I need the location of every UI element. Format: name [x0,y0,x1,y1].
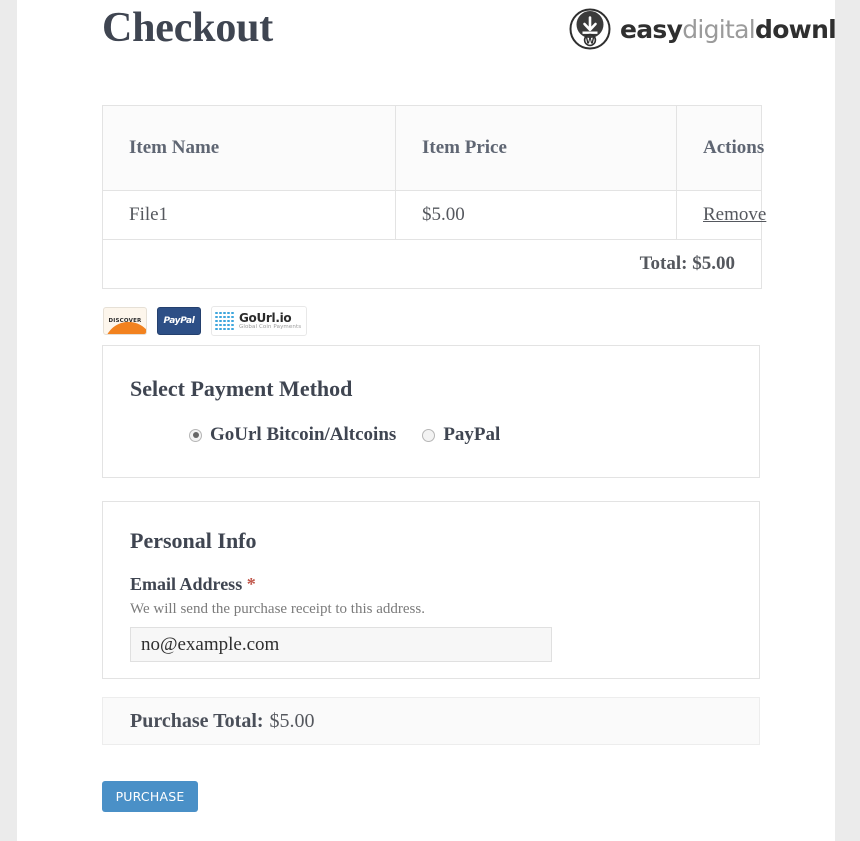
svg-text:W: W [586,36,595,45]
cart-total-cell: Total: $5.00 [102,239,762,289]
page-header: Checkout W easydigitaldownload [17,0,835,72]
payment-option-paypal[interactable]: PayPal [422,424,500,446]
discover-card-icon: DISCOVER [103,307,147,335]
purchase-total-amount: $5.00 [269,709,315,732]
cart-total-row: Total: $5.00 [102,239,762,289]
content-sheet: Checkout W easydigitaldownload [17,0,835,841]
email-help-text: We will send the purchase receipt to thi… [130,601,425,617]
purchase-button[interactable]: PURCHASE [102,781,198,812]
cell-actions: Remove [676,190,766,240]
page-title: Checkout [102,5,274,51]
radio-selected-icon[interactable] [189,428,202,442]
gourl-tagline: Global Coin Payments [238,323,302,330]
payment-method-panel: Select Payment Method GoUrl Bitcoin/Altc… [102,345,760,478]
cart-table-body: File1 $5.00 Remove [102,190,766,240]
brand-word-easy: easy [620,14,683,44]
payment-method-options: GoUrl Bitcoin/Altcoins PayPal [189,424,500,446]
brand-word-digital: digital [682,14,756,44]
gourl-dot-matrix-icon [215,311,234,331]
cart-header-row: Item Name Item Price Actions [102,105,764,191]
payment-method-heading: Select Payment Method [130,376,353,401]
cell-item-name: File1 [102,190,396,240]
email-field-label: Email Address * [130,574,256,595]
accepted-payment-badges: DISCOVER PayPal GoUrl.io Global Coin Pay… [103,306,308,336]
purchase-total-bar: Purchase Total: $5.00 [102,697,760,745]
payment-option-paypal-label: PayPal [443,424,501,445]
email-field[interactable] [130,627,552,662]
gourl-wordmark: GoUrl.io Global Coin Payments [239,312,301,331]
personal-info-panel: Personal Info Email Address * We will se… [102,501,760,679]
required-asterisk: * [246,574,256,594]
paypal-label: PayPal [163,316,195,326]
cell-item-price: $5.00 [395,190,677,240]
cart-total-amount: $5.00 [692,253,735,274]
brand-wordmark: easydigitaldownloads [620,17,835,42]
cart-table-head: Item Name Item Price Actions [102,105,764,191]
payment-option-gourl-label: GoUrl Bitcoin/Altcoins [210,424,397,445]
download-circle-icon: W [569,8,611,50]
cart-table: Item Name Item Price Actions File1 $5.00… [102,105,766,289]
gourl-badge-icon: GoUrl.io Global Coin Payments [211,306,308,336]
page-canvas: Checkout W easydigitaldownload [0,0,860,841]
cart-table-foot: Total: $5.00 [102,239,762,289]
purchase-total-label: Purchase Total: [130,709,264,732]
table-row: File1 $5.00 Remove [102,190,766,240]
column-header-item-price: Item Price [395,105,677,191]
easy-digital-downloads-logo: W easydigitaldownloads [569,8,835,50]
cart-total-label: Total: [639,253,688,274]
column-header-item-name: Item Name [102,105,396,191]
paypal-badge-icon: PayPal [157,307,201,335]
column-header-actions: Actions [676,105,764,191]
gourl-label: GoUrl.io [238,310,292,325]
email-label-text: Email Address [130,574,243,594]
radio-unselected-icon[interactable] [422,428,436,442]
payment-option-gourl[interactable]: GoUrl Bitcoin/Altcoins [189,424,396,446]
brand-word-downloads: downloads [755,14,835,44]
personal-info-heading: Personal Info [130,528,257,553]
discover-label: DISCOVER [108,318,142,324]
remove-item-link[interactable]: Remove [703,204,766,225]
